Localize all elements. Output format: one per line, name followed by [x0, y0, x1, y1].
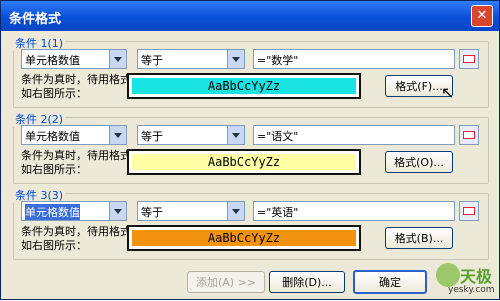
delete-button[interactable]: 删除(D)... [269, 271, 345, 293]
condition-3-format-button[interactable]: 格式(B)... [385, 227, 453, 249]
preview-fill: AaBbCcYyZz [132, 154, 356, 170]
condition-3-operator-select[interactable]: 等于 [137, 201, 245, 221]
preview-text: AaBbCcYyZz [207, 231, 281, 245]
condition-1-type-select[interactable]: 单元格数值 [21, 49, 127, 69]
cell-reference-picker-icon[interactable] [459, 125, 479, 145]
condition-group-3: 条件 3(3) 单元格数值 等于 ="英语" 条件为真时，待用格式如右图所示： … [13, 187, 489, 260]
watermark-site: yesky.com [448, 285, 495, 295]
chevron-down-icon[interactable] [227, 126, 244, 144]
chevron-down-icon[interactable] [109, 126, 126, 144]
chevron-down-icon[interactable] [227, 202, 244, 220]
yesky-watermark: 天极 yesky.com [426, 259, 500, 301]
condition-1-operator-select[interactable]: 等于 [137, 49, 245, 69]
mouse-cursor-icon: ↖ [441, 83, 455, 102]
cell-reference-picker-icon[interactable] [459, 49, 479, 69]
preview-text: AaBbCcYyZz [207, 79, 281, 93]
condition-2-hint: 条件为真时，待用格式如右图所示： [21, 149, 131, 176]
preview-text: AaBbCcYyZz [207, 155, 281, 169]
cell-reference-picker-icon[interactable] [459, 201, 479, 221]
chevron-down-icon[interactable] [109, 202, 126, 220]
condition-1-preview: AaBbCcYyZz [127, 73, 361, 99]
chevron-down-icon[interactable] [109, 50, 126, 68]
condition-1-value-input[interactable]: ="数学" [253, 49, 455, 69]
conditional-format-dialog: 条件格式 ✕ 条件 1(1) 单元格数值 等于 ="数学" 条件为真时，待用格式… [0, 0, 500, 300]
preview-fill: AaBbCcYyZz [132, 230, 356, 246]
condition-2-value-input[interactable]: ="语文" [253, 125, 455, 145]
condition-group-2: 条件 2(2) 单元格数值 等于 ="语文" 条件为真时，待用格式如右图所示： … [13, 111, 489, 184]
condition-3-type-select[interactable]: 单元格数值 [21, 201, 127, 221]
condition-2-preview: AaBbCcYyZz [127, 149, 361, 175]
preview-fill: AaBbCcYyZz [132, 78, 356, 94]
condition-3-value-input[interactable]: ="英语" [253, 201, 455, 221]
condition-3-hint: 条件为真时，待用格式如右图所示： [21, 225, 131, 252]
condition-2-type-select[interactable]: 单元格数值 [21, 125, 127, 145]
ok-button[interactable]: 确定 [353, 270, 427, 294]
condition-3-preview: AaBbCcYyZz [127, 225, 361, 251]
condition-group-1: 条件 1(1) 单元格数值 等于 ="数学" 条件为真时，待用格式如右图所示： … [13, 35, 489, 108]
title-bar: 条件格式 ✕ [1, 1, 499, 31]
watermark-logo-icon [436, 263, 460, 287]
watermark-text: 天极 [460, 267, 493, 286]
condition-1-hint: 条件为真时，待用格式如右图所示： [21, 73, 131, 100]
chevron-down-icon[interactable] [227, 50, 244, 68]
add-condition-button[interactable]: 添加(A) >> [187, 271, 265, 293]
close-icon[interactable]: ✕ [471, 5, 493, 27]
condition-2-operator-select[interactable]: 等于 [137, 125, 245, 145]
condition-2-format-button[interactable]: 格式(O)... [385, 151, 453, 173]
window-title: 条件格式 [9, 12, 62, 27]
